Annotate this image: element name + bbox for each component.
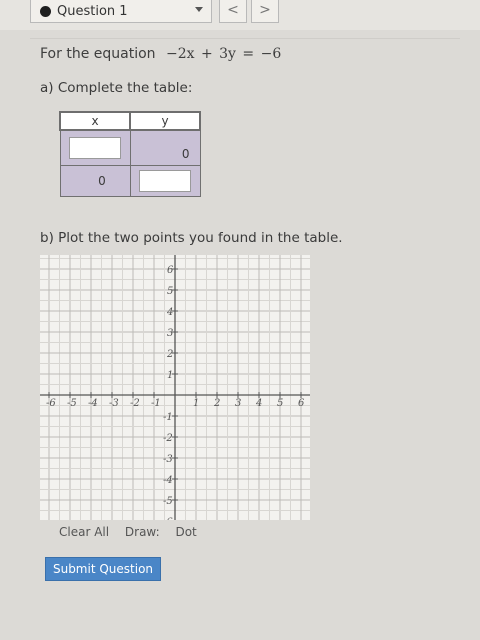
top-bar: Question 1 < > <box>0 0 480 30</box>
dot-tool-button[interactable]: Dot <box>175 525 196 539</box>
part-a-label: a) Complete the table: <box>40 80 193 96</box>
y-tick-label: -4 <box>163 475 173 486</box>
x-cell <box>59 129 131 166</box>
y-tick-label: -6 <box>163 517 173 520</box>
x-tick-label: 5 <box>277 398 283 409</box>
draw-label: Draw: <box>124 525 160 539</box>
part-b-label: b) Plot the two points you found in the … <box>40 230 343 246</box>
y-value: 0 <box>129 129 201 166</box>
x-tick-label: 3 <box>235 398 241 409</box>
previous-question-button[interactable]: < <box>219 0 247 23</box>
y-tick-label: 4 <box>166 307 173 318</box>
question-selector[interactable]: Question 1 <box>30 0 212 23</box>
x-tick-label: 1 <box>193 398 199 409</box>
y-input[interactable] <box>139 170 191 192</box>
x-tick-label: -3 <box>109 398 119 409</box>
x-tick-label: -4 <box>88 398 98 409</box>
coordinate-graph[interactable]: -6 -5 -4 -3 -2 -1 1 2 3 4 5 6 6 5 4 3 2 1 -1 -2 -3 -4 -5 -6 <box>40 255 310 520</box>
next-question-button[interactable]: > <box>251 0 279 23</box>
y-tick-label: -2 <box>163 433 173 444</box>
x-tick-label: -6 <box>46 398 56 409</box>
column-header-x: x <box>59 111 131 131</box>
x-tick-label: -5 <box>67 398 77 409</box>
x-tick-label: 6 <box>298 398 305 409</box>
y-cell <box>129 165 201 197</box>
table-row: 0 <box>59 165 201 197</box>
equation: −2x + 3y = −6 <box>165 46 282 62</box>
problem-intro: For the equation <box>40 46 156 62</box>
graph-tools: Clear All Draw: Dot <box>59 525 209 539</box>
clear-all-button[interactable]: Clear All <box>59 525 109 539</box>
question-label: Question 1 <box>57 3 128 19</box>
y-tick-label: 6 <box>167 265 174 276</box>
chevron-down-icon <box>195 7 203 12</box>
y-tick-label: 1 <box>167 370 173 381</box>
question-status-dot-icon <box>40 5 51 17</box>
y-tick-label: 5 <box>167 286 173 297</box>
x-tick-label: -2 <box>130 398 140 409</box>
submit-question-button[interactable]: Submit Question <box>45 557 161 581</box>
problem-statement: For the equation −2x + 3y = −6 <box>40 46 281 62</box>
x-value: 0 <box>59 165 131 197</box>
y-tick-label: 3 <box>167 328 173 339</box>
xy-table: x y 0 0 <box>59 111 201 197</box>
x-tick-label: 4 <box>255 398 262 409</box>
header-divider <box>30 38 460 39</box>
x-tick-label: 2 <box>213 398 220 409</box>
x-tick-label: -1 <box>151 398 161 409</box>
column-header-y: y <box>129 111 201 131</box>
y-tick-label: -1 <box>163 412 173 423</box>
y-tick-label: 2 <box>166 349 173 360</box>
table-row: 0 <box>59 129 201 166</box>
y-tick-label: -5 <box>163 496 173 507</box>
y-tick-label: -3 <box>163 454 173 465</box>
x-input[interactable] <box>69 137 121 159</box>
